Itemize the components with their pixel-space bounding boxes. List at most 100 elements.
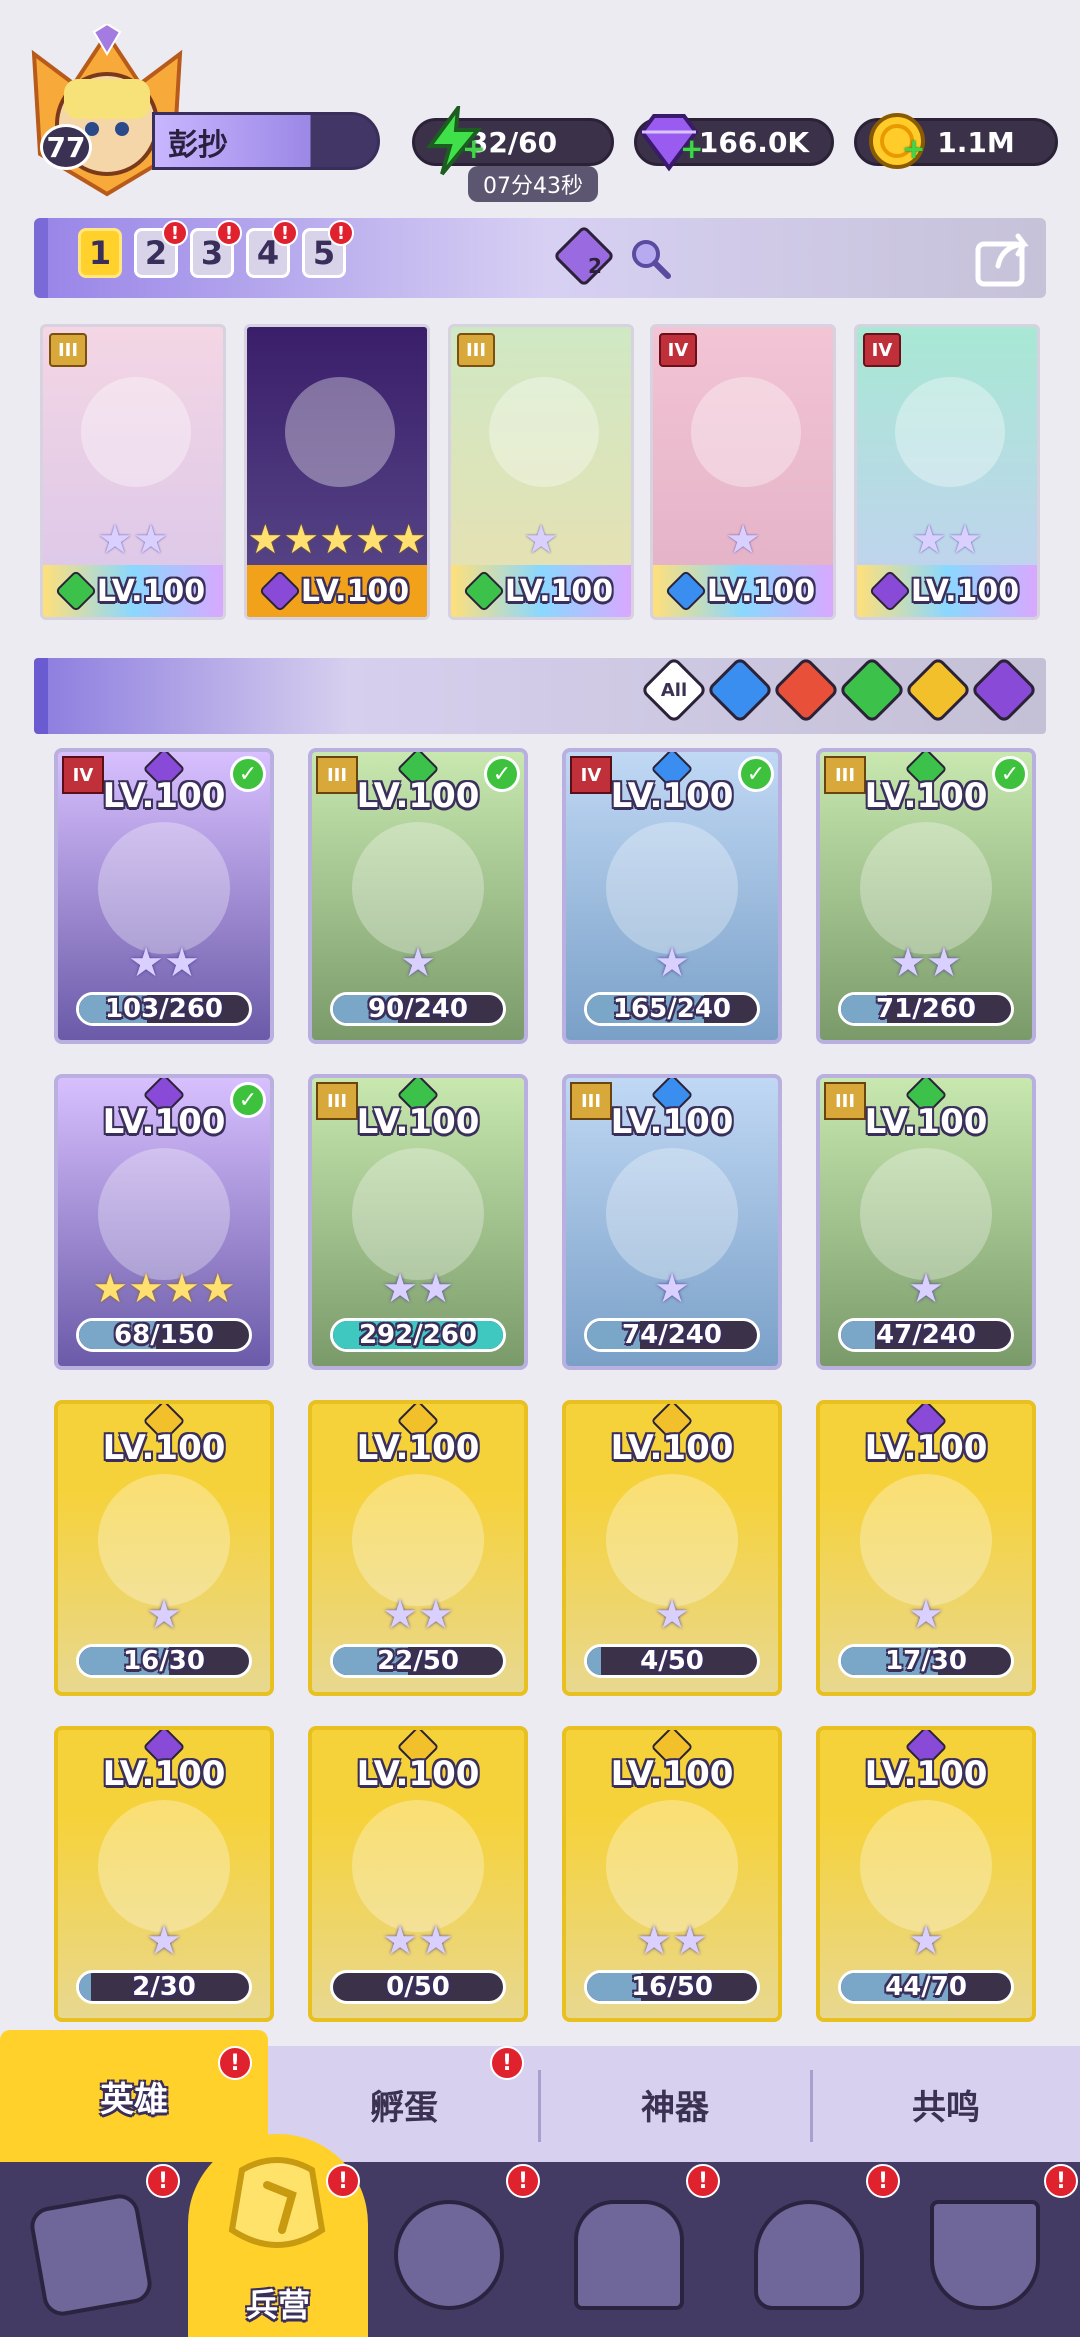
hero-card[interactable]: III LV.100 ★ 47/240 <box>816 1074 1036 1370</box>
barracks-icon <box>212 2140 342 2274</box>
nav-building[interactable] <box>554 2180 704 2330</box>
progress-text: 44/70 <box>885 1972 967 2002</box>
shard-progress: 68/150 <box>76 1318 252 1352</box>
hero-card[interactable]: LV.100 ★★ 22/50 <box>308 1400 528 1696</box>
team-hero-card[interactable]: ★★★★★ LV.100 <box>244 324 430 620</box>
alert-badge: ! <box>326 2164 360 2198</box>
progress-fill <box>587 1647 601 1675</box>
share-icon[interactable] <box>972 226 1036 294</box>
progress-text: 68/150 <box>114 1320 214 1350</box>
hero-card[interactable]: LV.100 ★ 4/50 <box>562 1400 782 1696</box>
hero-level: LV.100 <box>864 776 988 816</box>
team-tab-1[interactable]: 1 <box>78 228 122 278</box>
alert-badge: ! <box>866 2164 900 2198</box>
alert-badge: ! <box>1044 2164 1078 2198</box>
shard-progress: 16/30 <box>76 1644 252 1678</box>
team-hero-card[interactable]: IV ★ LV.100 <box>650 324 836 620</box>
team-hero-card[interactable]: III ★★ LV.100 <box>40 324 226 620</box>
progress-text: 22/50 <box>377 1646 459 1676</box>
nav-cards[interactable] <box>16 2180 166 2330</box>
hero-portrait <box>98 1148 230 1280</box>
gems-plus-icon[interactable]: + <box>680 132 703 165</box>
alert-badge: ! <box>506 2164 540 2198</box>
shard-progress: 103/260 <box>76 992 252 1026</box>
star-rating: ★★★★★ <box>247 517 427 563</box>
star-rating: ★ <box>908 1592 944 1638</box>
gold-plus-icon[interactable]: + <box>902 132 925 165</box>
hero-level: LV.100 <box>102 1754 226 1794</box>
hero-card[interactable]: LV.100 ★ 16/30 <box>54 1400 274 1696</box>
nav-guild[interactable] <box>910 2180 1060 2330</box>
hero-portrait <box>352 822 484 954</box>
hero-portrait <box>606 822 738 954</box>
star-rating: ★ <box>400 940 436 986</box>
mushroom-icon <box>754 2200 864 2310</box>
shard-progress: 292/260 <box>330 1318 506 1352</box>
alert-badge: ! <box>216 220 242 246</box>
star-rating: ★ <box>725 517 761 563</box>
star-rating: ★★ <box>636 1918 708 1964</box>
hero-portrait <box>860 1148 992 1280</box>
hero-portrait <box>98 1800 230 1932</box>
alert-badge: ! <box>272 220 298 246</box>
hero-level: LV.100 <box>356 776 480 816</box>
hero-card[interactable]: IV ✓ LV.100 ★ 165/240 <box>562 748 782 1044</box>
nav-map[interactable] <box>374 2180 524 2330</box>
hero-level-strip: LV.100 <box>653 565 833 617</box>
tab-resonance[interactable]: 共鸣 <box>812 2046 1080 2162</box>
search-icon[interactable] <box>628 236 672 284</box>
star-rating: ★ <box>654 1592 690 1638</box>
hero-level: LV.100 <box>300 573 410 609</box>
hero-card[interactable]: ✓ LV.100 ★★★★ 68/150 <box>54 1074 274 1370</box>
hero-level: LV.100 <box>356 1102 480 1142</box>
hero-card[interactable]: IV ✓ LV.100 ★★ 103/260 <box>54 748 274 1044</box>
shard-progress: 4/50 <box>584 1644 760 1678</box>
hero-level-strip: LV.100 <box>43 565 223 617</box>
star-rating: ★★ <box>911 517 983 563</box>
progress-text: 2/30 <box>132 1972 196 2002</box>
hero-card[interactable]: LV.100 ★ 17/30 <box>816 1400 1036 1696</box>
star-rating: ★★★★ <box>92 1266 236 1312</box>
team-hero-card[interactable]: IV ★★ LV.100 <box>854 324 1040 620</box>
nav-barracks-label: 兵营 <box>245 2286 310 2324</box>
shard-progress: 74/240 <box>584 1318 760 1352</box>
hero-portrait <box>691 377 801 487</box>
star-rating: ★★ <box>382 1592 454 1638</box>
energy-timer: 07分43秒 <box>468 166 598 202</box>
hero-card[interactable]: LV.100 ★★ 0/50 <box>308 1726 528 2022</box>
map-icon <box>394 2200 504 2310</box>
hero-portrait <box>98 1474 230 1606</box>
progress-text: 103/260 <box>104 994 224 1024</box>
progress-fill <box>841 1321 875 1349</box>
filter-all-label: All <box>660 680 688 701</box>
hero-card[interactable]: LV.100 ★★ 16/50 <box>562 1726 782 2022</box>
hero-card[interactable]: III LV.100 ★★ 292/260 <box>308 1074 528 1370</box>
hero-card[interactable]: LV.100 ★ 2/30 <box>54 1726 274 2022</box>
hero-level: LV.100 <box>864 1754 988 1794</box>
hero-portrait <box>860 822 992 954</box>
hero-portrait <box>352 1474 484 1606</box>
hero-card[interactable]: III ✓ LV.100 ★★ 71/260 <box>816 748 1036 1044</box>
hero-level: LV.100 <box>610 1428 734 1468</box>
nav-mushroom[interactable] <box>734 2180 884 2330</box>
tab-artifacts[interactable]: 神器 <box>540 2046 810 2162</box>
hero-level: LV.100 <box>102 1102 226 1142</box>
team-hero-card[interactable]: III ★ LV.100 <box>448 324 634 620</box>
star-rating: ★★ <box>382 1266 454 1312</box>
hero-level-strip: LV.100 <box>247 565 427 617</box>
element-icon <box>462 569 506 613</box>
hero-card[interactable]: III ✓ LV.100 ★ 90/240 <box>308 748 528 1044</box>
progress-text: 17/30 <box>885 1646 967 1676</box>
hero-portrait <box>606 1474 738 1606</box>
hero-level: LV.100 <box>610 1754 734 1794</box>
progress-text: 16/30 <box>123 1646 205 1676</box>
energy-plus-icon[interactable]: + <box>462 132 485 165</box>
tier-badge: III <box>49 333 87 367</box>
hero-card[interactable]: III LV.100 ★ 74/240 <box>562 1074 782 1370</box>
hero-level: LV.100 <box>864 1102 988 1142</box>
shard-progress: 16/50 <box>584 1970 760 2004</box>
progress-text: 71/260 <box>876 994 976 1024</box>
star-rating: ★ <box>146 1592 182 1638</box>
hero-card[interactable]: LV.100 ★ 44/70 <box>816 1726 1036 2022</box>
progress-text: 292/260 <box>358 1320 478 1350</box>
